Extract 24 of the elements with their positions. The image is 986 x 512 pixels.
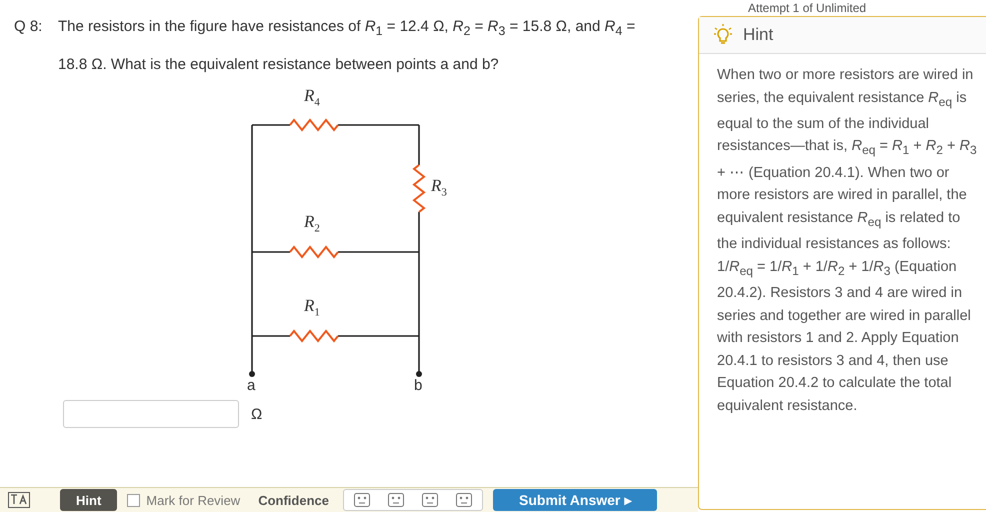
- question-text: The resistors in the figure have resistances of R$_{1}$ = 12.4 Ω, R$_{2}$ = R$_{3}$ = 15.8 Ω, and R$_{4}$ = 18.8 Ω. What is the equivalent resistance between points a and b?: [58, 17, 636, 75]
- terminal-label: b: [414, 378, 422, 394]
- answer-field[interactable]: [63, 400, 239, 428]
- face-icon[interactable]: [456, 493, 472, 507]
- hint-title: Hint: [743, 25, 774, 45]
- review-label: Mark for Review: [146, 492, 240, 508]
- review-checkbox[interactable]: [127, 494, 140, 506]
- question-number: Q 8:: [14, 17, 44, 37]
- resistor-label: R$_{3}$: [431, 176, 447, 200]
- face-icon[interactable]: [422, 493, 438, 507]
- submit-answer-button[interactable]: Submit Answer ▸: [493, 489, 658, 511]
- hint-button[interactable]: Hint: [60, 489, 118, 511]
- text-size-icon[interactable]: [8, 492, 30, 508]
- lightbulb-icon: [713, 24, 733, 46]
- resistor-label: R$_{2}$: [304, 212, 320, 236]
- terminal-label: a: [247, 378, 256, 394]
- hint-text: When two or more resistors are wired in series, the equivalent resistance R$_{eq}$ is equal to the sum of the individual resistances—that is, R$_{eq}$ = R$_{1}$ + R$_{2}$ + R$_{3}$ + ⋯ (Equation 20.4.1). When two or more resistors are wired in parallel, the equivalent resistance R$_{eq}$ is related to the individual resistances as follows: 1/R$_{eq}$ = 1/R$_{1}$ + 1/R$_{2}$ + 1/R$_{3}$ (Equation 20.4.2). Resistors 3 and 4 are wired in series and together are wired in parallel with resistors 1 and 2. Apply Equation 20.4.1 to resistors 3 and 4, then use Equation 20.4.2 to calculate the total equivalent resistance.: [717, 66, 978, 416]
- face-icon[interactable]: [388, 493, 404, 507]
- face-icon[interactable]: [354, 493, 370, 507]
- resistor-label: R$_{1}$: [304, 296, 320, 320]
- unit-label: Ω: [251, 406, 262, 422]
- resistor-label: R$_{4}$: [304, 86, 320, 110]
- confidence-label: Confidence: [258, 492, 329, 508]
- attempt-counter: Attempt 1 of Unlimited: [747, 0, 868, 16]
